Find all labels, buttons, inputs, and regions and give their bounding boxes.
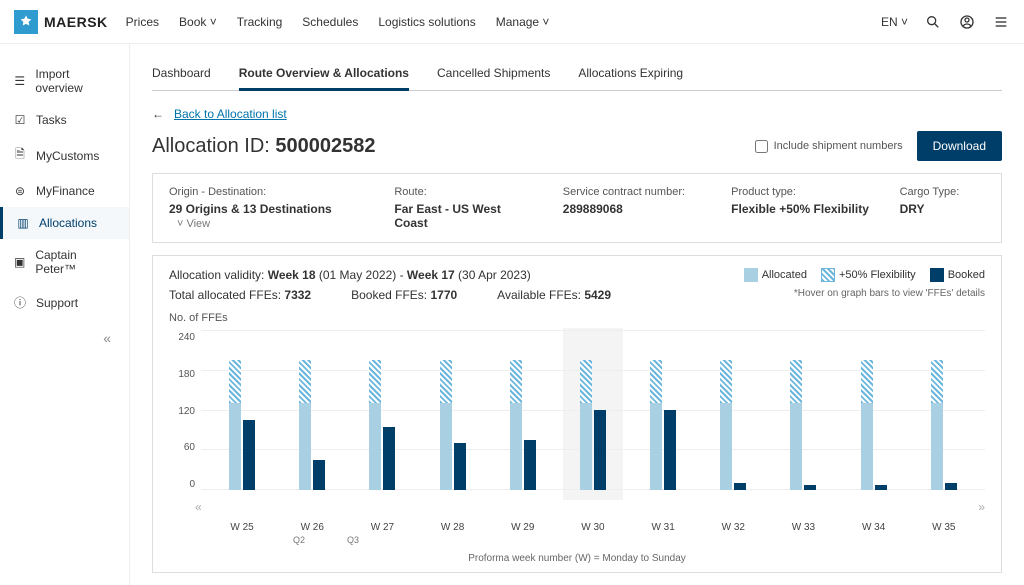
chart: 240180120600: [169, 330, 985, 500]
nav-prices[interactable]: Prices: [126, 15, 159, 29]
chart-prev-button[interactable]: «: [195, 500, 202, 514]
nav-schedules[interactable]: Schedules: [302, 15, 358, 29]
bar-group-W25[interactable]: [218, 330, 266, 490]
download-list-icon: ☰: [12, 74, 27, 88]
hover-hint: *Hover on graph bars to view 'FFEs' deta…: [794, 288, 985, 302]
tab-route-overview[interactable]: Route Overview & Allocations: [239, 58, 409, 91]
sidebar: ☰Import overview ☑Tasks 🗎MyCustoms ⊜MyFi…: [0, 44, 130, 585]
brand-logo[interactable]: MAERSK: [14, 10, 108, 34]
bar-group-W32[interactable]: [709, 330, 757, 490]
search-icon[interactable]: [924, 13, 942, 31]
bar-group-W27[interactable]: [358, 330, 406, 490]
bar-group-W34[interactable]: [850, 330, 898, 490]
sidebar-item-allocations[interactable]: ▥Allocations: [0, 207, 129, 239]
info-route: Route: Far East - US West Coast: [394, 186, 536, 230]
bar-group-W31[interactable]: [639, 330, 687, 490]
sidebar-item-import[interactable]: ☰Import overview: [0, 58, 129, 104]
tab-dashboard[interactable]: Dashboard: [152, 58, 211, 90]
info-cargo: Cargo Type: DRY: [900, 186, 985, 230]
x-axis-labels: W 25W 26W 27W 28W 29W 30W 31W 32W 33W 34…: [201, 516, 985, 533]
container-icon: ▣: [12, 255, 27, 269]
x-axis-title: Proforma week number (W) = Monday to Sun…: [169, 553, 985, 564]
stats-row: Total allocated FFEs: 7332 Booked FFEs: …: [169, 288, 985, 302]
swatch-flexibility: [821, 268, 835, 282]
nav-manage[interactable]: Manage ˅: [496, 15, 550, 29]
arrow-left-icon: ←: [152, 107, 164, 121]
tab-cancelled[interactable]: Cancelled Shipments: [437, 58, 550, 90]
document-icon: 🗎: [12, 145, 28, 166]
check-icon: ☑: [12, 113, 28, 127]
top-bar: MAERSK Prices Book ˅ Tracking Schedules …: [0, 0, 1024, 44]
sidebar-item-captain-peter[interactable]: ▣Captain Peter™: [0, 239, 129, 285]
brand-name: MAERSK: [44, 14, 108, 30]
bar-group-W35[interactable]: [920, 330, 968, 490]
chart-block: Allocation validity: Week 18 (01 May 202…: [152, 255, 1002, 573]
y-axis-label: No. of FFEs: [169, 312, 985, 324]
account-icon[interactable]: [958, 13, 976, 31]
dollar-icon: ⊜: [12, 184, 28, 198]
info-origin-destination: Origin - Destination: 29 Origins & 13 De…: [169, 186, 368, 230]
bar-group-W30[interactable]: [569, 330, 617, 490]
info-card: Origin - Destination: 29 Origins & 13 De…: [152, 173, 1002, 243]
info-product: Product type: Flexible +50% Flexibility: [731, 186, 873, 230]
chart-next-button[interactable]: »: [978, 500, 985, 514]
chart-bars-icon: ▥: [15, 216, 31, 230]
lang-switch[interactable]: EN ˅: [881, 15, 908, 29]
sidebar-item-mycustoms[interactable]: 🗎MyCustoms: [0, 136, 129, 175]
sidebar-item-myfinance[interactable]: ⊜MyFinance: [0, 175, 129, 207]
bars-area: [201, 330, 985, 490]
bar-group-W28[interactable]: [429, 330, 477, 490]
download-button[interactable]: Download: [917, 131, 1002, 161]
top-nav: Prices Book ˅ Tracking Schedules Logisti…: [126, 15, 863, 29]
nav-book[interactable]: Book ˅: [179, 15, 217, 29]
swatch-allocated: [744, 268, 758, 282]
page-title: Allocation ID: 500002582: [152, 135, 376, 158]
nav-tracking[interactable]: Tracking: [237, 15, 283, 29]
top-utilities: EN ˅: [881, 13, 1010, 31]
include-shipment-checkbox[interactable]: Include shipment numbers: [755, 140, 903, 153]
tab-expiring[interactable]: Allocations Expiring: [578, 58, 683, 90]
sidebar-item-support[interactable]: ⓘSupport: [0, 285, 129, 320]
collapse-sidebar-button[interactable]: «: [0, 320, 129, 346]
logo-icon: [14, 10, 38, 34]
menu-icon[interactable]: [992, 13, 1010, 31]
swatch-booked: [930, 268, 944, 282]
nav-logistics[interactable]: Logistics solutions: [378, 15, 475, 29]
chart-legend: Allocated +50% Flexibility Booked: [744, 268, 985, 282]
bar-group-W26[interactable]: [288, 330, 336, 490]
view-orig-dest-link[interactable]: ˅ View: [177, 218, 210, 230]
info-icon: ⓘ: [12, 294, 28, 311]
title-row: Allocation ID: 500002582 Include shipmen…: [152, 131, 1002, 161]
y-axis-ticks: 240180120600: [169, 330, 195, 490]
info-contract: Service contract number: 289889068: [563, 186, 705, 230]
back-link[interactable]: Back to Allocation list: [174, 107, 287, 121]
bar-group-W33[interactable]: [779, 330, 827, 490]
sidebar-item-tasks[interactable]: ☑Tasks: [0, 104, 129, 136]
include-shipment-input[interactable]: [755, 140, 768, 153]
tab-bar: Dashboard Route Overview & Allocations C…: [152, 58, 1002, 91]
bar-group-W29[interactable]: [499, 330, 547, 490]
main-content: Dashboard Route Overview & Allocations C…: [130, 44, 1024, 585]
validity-text: Allocation validity: Week 18 (01 May 202…: [169, 268, 531, 282]
back-row: ← Back to Allocation list: [152, 107, 1002, 121]
